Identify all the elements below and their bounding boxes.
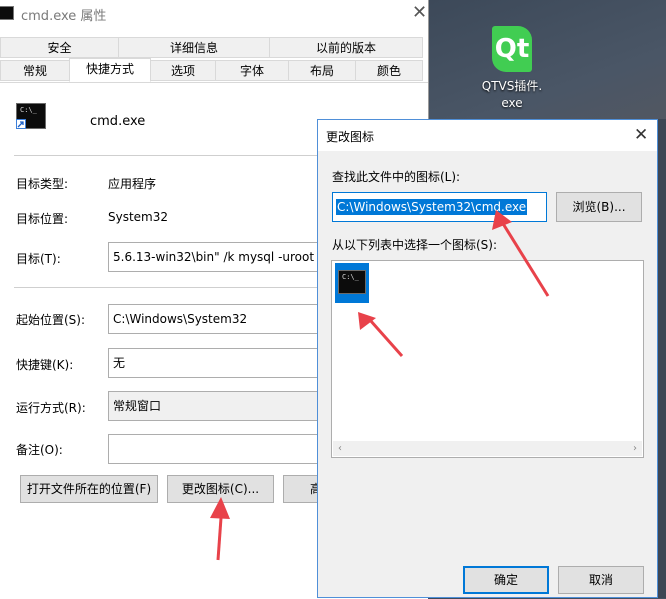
properties-titlebar[interactable]: cmd.exe 属性 ✕ [0, 0, 428, 27]
close-icon[interactable]: ✕ [412, 2, 427, 23]
comment-label: 备注(O): [16, 443, 63, 457]
scroll-left-icon[interactable]: ‹ [338, 441, 342, 456]
tab-previous-versions[interactable]: 以前的版本 [269, 37, 423, 58]
scroll-right-icon[interactable]: › [633, 441, 637, 456]
dialog-titlebar[interactable]: 更改图标 ✕ [318, 120, 657, 151]
tab-layout[interactable]: 布局 [288, 60, 356, 81]
background-window-edge [658, 119, 666, 598]
find-icons-label: 查找此文件中的图标(L): [332, 170, 461, 184]
target-location-label: 目标位置: [16, 212, 69, 226]
tab-security[interactable]: 安全 [0, 37, 119, 58]
tab-options[interactable]: 选项 [150, 60, 216, 81]
cmd-window-icon [0, 6, 14, 20]
start-in-label: 起始位置(S): [16, 313, 86, 327]
tab-general[interactable]: 常规 [0, 60, 70, 81]
change-icon-dialog: 更改图标 ✕ 查找此文件中的图标(L): C:\Windows\System32… [317, 119, 658, 598]
horizontal-scrollbar[interactable]: ‹ › [333, 441, 642, 456]
desktop-icon-label-line1: QTVS插件. [481, 79, 543, 93]
shortcut-key-label: 快捷键(K): [16, 358, 74, 372]
icon-list[interactable]: C:\_ ‹ › [331, 260, 644, 458]
select-icon-label: 从以下列表中选择一个图标(S): [332, 238, 498, 252]
browse-button[interactable]: 浏览(B)... [556, 192, 642, 222]
dialog-title: 更改图标 [326, 130, 375, 144]
target-location-value: System32 [108, 210, 169, 224]
cancel-button[interactable]: 取消 [558, 566, 644, 594]
tab-shortcut[interactable]: 快捷方式 [69, 58, 151, 82]
ok-button[interactable]: 确定 [463, 566, 549, 594]
tab-font[interactable]: 字体 [215, 60, 289, 81]
target-field[interactable]: 5.6.13-win32\bin" /k mysql -uroot - [108, 242, 338, 272]
file-name: cmd.exe [90, 114, 146, 129]
run-select[interactable]: 常规窗口 [108, 391, 338, 421]
target-type-value: 应用程序 [108, 177, 157, 191]
target-type-label: 目标类型: [16, 177, 69, 191]
path-selected-text: C:\Windows\System32\cmd.exe [336, 199, 528, 215]
comment-field[interactable] [108, 434, 338, 464]
qt-logo-icon[interactable]: Qt [492, 26, 532, 72]
icon-file-path-input[interactable]: C:\Windows\System32\cmd.exe [332, 192, 547, 222]
cmd-icon: C:\_ [338, 270, 366, 294]
open-file-location-button[interactable]: 打开文件所在的位置(F) [20, 475, 158, 503]
properties-title: cmd.exe 属性 [21, 9, 107, 24]
target-label: 目标(T): [16, 252, 61, 266]
desktop-icon-label-line2: exe [501, 96, 523, 110]
tab-details[interactable]: 详细信息 [118, 37, 270, 58]
tab-colors[interactable]: 颜色 [355, 60, 423, 81]
shortcut-key-field[interactable]: 无 [108, 348, 338, 378]
start-in-field[interactable]: C:\Windows\System32 [108, 304, 338, 334]
shortcut-arrow-icon [16, 119, 26, 129]
desktop-icon-label[interactable]: QTVS插件. exe [470, 78, 554, 112]
close-icon[interactable]: ✕ [634, 125, 648, 145]
run-label: 运行方式(R): [16, 401, 86, 415]
selected-icon-item[interactable]: C:\_ [335, 263, 369, 303]
change-icon-button[interactable]: 更改图标(C)... [167, 475, 274, 503]
